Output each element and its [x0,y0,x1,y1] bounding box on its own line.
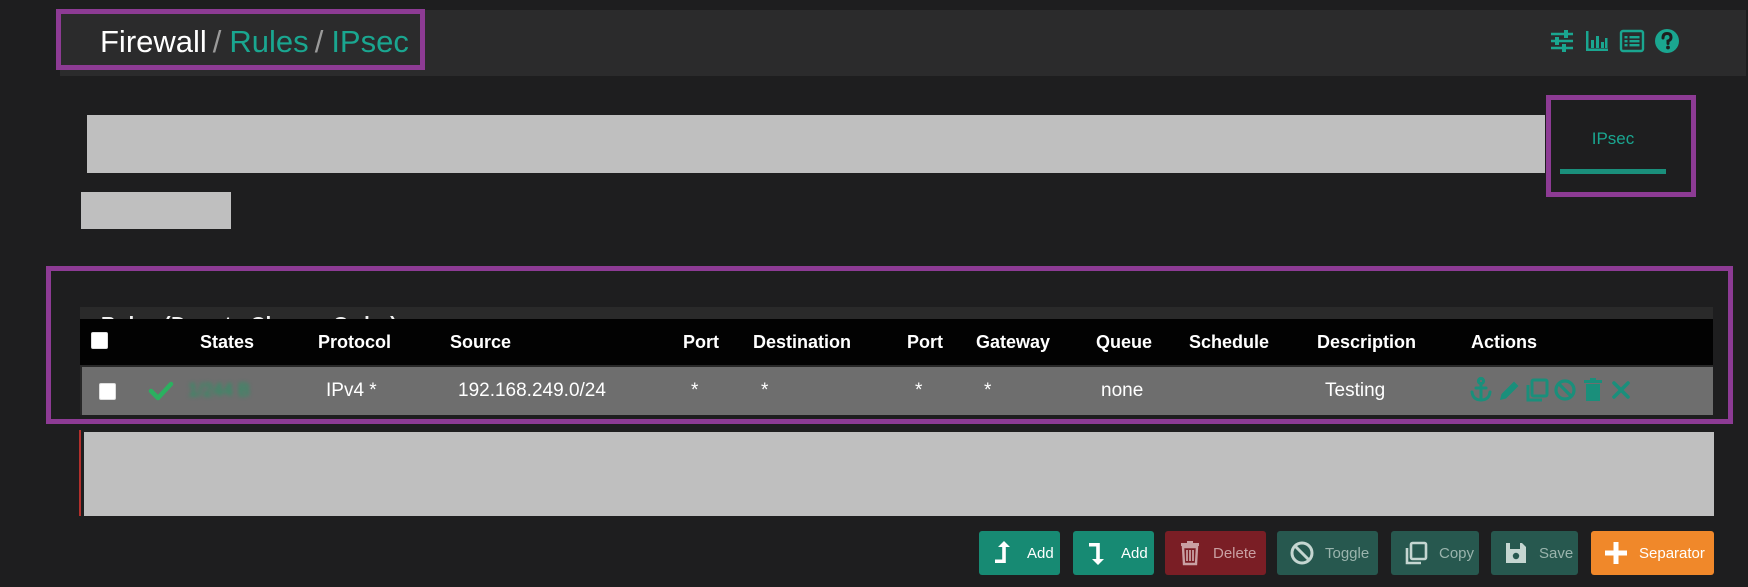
save-button[interactable]: Save [1491,531,1578,575]
redacted-area [81,192,231,229]
list-icon[interactable] [1619,28,1645,54]
save-label: Save [1539,544,1574,562]
copy-button[interactable]: Copy [1391,531,1479,575]
help-icon[interactable] [1654,28,1680,54]
floppy-disk-icon [1506,543,1526,563]
add-bottom-label: Add [1121,544,1148,562]
separator-label: Separator [1639,544,1705,562]
arrow-down-icon [1089,543,1104,565]
delete-label: Delete [1213,544,1257,562]
highlight-box-tab [1546,95,1696,197]
highlight-box-breadcrumb [56,9,425,70]
sliders-icon[interactable] [1549,28,1575,54]
redacted-area [84,432,1714,516]
add-bottom-button[interactable]: Add [1073,531,1154,575]
bar-chart-icon[interactable] [1584,28,1610,54]
delete-button[interactable]: Delete [1165,531,1266,575]
separator-button[interactable]: Separator [1591,531,1714,575]
highlight-box-rules-panel [46,266,1733,424]
header-icon-group [1549,28,1680,54]
redacted-area [87,115,1545,173]
table-edge [79,430,81,516]
copy-label: Copy [1439,544,1475,562]
add-top-button[interactable]: Add [979,531,1060,575]
plus-icon [1605,542,1627,564]
toggle-label: Toggle [1325,544,1370,562]
trash-icon [1181,541,1199,566]
copy-icon [1405,541,1428,565]
arrow-up-icon [995,541,1010,563]
disable-icon [1290,541,1314,565]
toggle-button[interactable]: Toggle [1277,531,1378,575]
add-top-label: Add [1027,544,1054,562]
